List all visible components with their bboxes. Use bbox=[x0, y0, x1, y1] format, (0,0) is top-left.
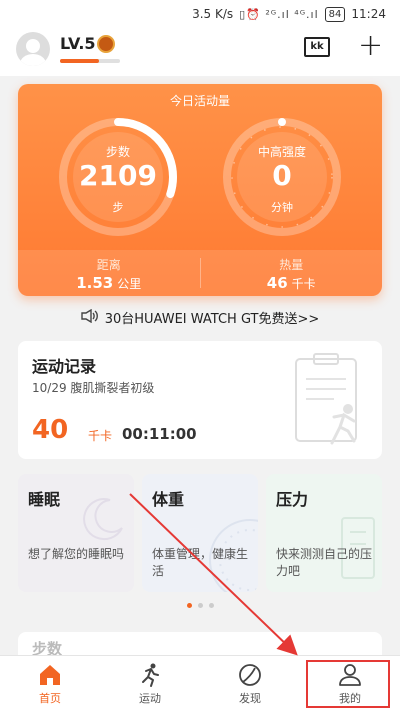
status-icons: ▯⏰ ²ᴳ.ıl ⁴ᴳ.ıl bbox=[239, 7, 319, 21]
tab-discover[interactable]: 发现 bbox=[200, 656, 300, 710]
record-title: 运动记录 bbox=[32, 357, 97, 376]
steps-unit: 步 bbox=[112, 201, 124, 214]
battery-icon: 84 bbox=[324, 6, 346, 22]
tile-weight-desc: 体重管理，健康生活 bbox=[152, 547, 249, 578]
calories-value: 46 bbox=[266, 274, 288, 292]
record-subtitle: 10/29 腹肌撕裂者初级 bbox=[32, 381, 155, 395]
avatar[interactable] bbox=[16, 32, 50, 66]
level-label[interactable]: LV.5 bbox=[60, 34, 96, 53]
promo-text: 30台HUAWEI WATCH GT免费送>> bbox=[104, 312, 320, 327]
tile-sleep[interactable]: 睡眠 想了解您的睡眠吗 bbox=[18, 474, 134, 592]
record-calories-unit: 千卡 bbox=[88, 429, 113, 443]
pager-dot-3[interactable] bbox=[208, 603, 214, 608]
steps-ring[interactable]: 步数 2109 步 bbox=[56, 115, 180, 239]
distance-value: 1.53 bbox=[76, 274, 114, 292]
clock: 11:24 bbox=[351, 7, 386, 21]
tile-stress[interactable]: 压力 快来测测自己的压力吧 bbox=[266, 474, 382, 592]
exercise-record-card[interactable]: 运动记录 10/29 腹肌撕裂者初级 40 千卡 00:11:00 bbox=[18, 341, 382, 459]
home-icon bbox=[40, 665, 60, 685]
header: LV.5 kk + bbox=[0, 28, 400, 76]
calories-unit: 千卡 bbox=[291, 277, 316, 291]
tile-stress-title: 压力 bbox=[276, 490, 309, 509]
kk-ticket-icon[interactable]: kk bbox=[304, 37, 330, 57]
tile-stress-desc: 快来测测自己的压力吧 bbox=[276, 547, 373, 578]
steps-label: 步数 bbox=[105, 145, 130, 159]
pager-dot-1[interactable] bbox=[186, 603, 192, 608]
level-progress-bar bbox=[60, 59, 120, 63]
distance-stat[interactable]: 距离 1.53 公里 bbox=[18, 250, 200, 296]
tab-exercise[interactable]: 运动 bbox=[100, 656, 200, 710]
tile-sleep-desc: 想了解您的睡眠吗 bbox=[28, 547, 125, 561]
tab-exercise-label: 运动 bbox=[139, 692, 161, 705]
next-card-peek[interactable]: 步数 bbox=[18, 632, 382, 658]
annotation-highlight-box bbox=[306, 660, 390, 708]
intensity-ring[interactable]: 中高强度 0 分钟 bbox=[220, 115, 344, 239]
calories-label: 热量 bbox=[279, 258, 304, 272]
tile-weight[interactable]: 体重 体重管理，健康生活 bbox=[142, 474, 258, 592]
intensity-unit: 分钟 bbox=[271, 201, 293, 214]
status-bar: 3.5 K/s ▯⏰ ²ᴳ.ıl ⁴ᴳ.ıl 84 11:24 bbox=[0, 0, 400, 28]
distance-label: 距离 bbox=[96, 258, 121, 272]
record-calories-value: 40 bbox=[32, 415, 69, 445]
calories-stat[interactable]: 热量 46 千卡 bbox=[201, 250, 383, 296]
card-title: 今日活动量 bbox=[169, 94, 230, 108]
distance-unit: 公里 bbox=[117, 277, 142, 291]
medal-icon bbox=[97, 35, 115, 53]
today-activity-card[interactable]: 今日活动量 步数 2109 步 中高强度 0 分钟 距离 1.53 公里 热量 4… bbox=[18, 84, 382, 296]
tab-discover-label: 发现 bbox=[239, 692, 261, 705]
level-progress-fill bbox=[60, 59, 99, 63]
pager-dots bbox=[0, 603, 400, 608]
promo-banner[interactable]: 30台HUAWEI WATCH GT免费送>> bbox=[0, 308, 400, 327]
intensity-label: 中高强度 bbox=[257, 145, 306, 159]
add-button[interactable]: + bbox=[358, 30, 383, 62]
tile-sleep-title: 睡眠 bbox=[28, 490, 61, 509]
intensity-value: 0 bbox=[272, 159, 292, 192]
pager-dot-2[interactable] bbox=[197, 603, 203, 608]
record-duration: 00:11:00 bbox=[122, 425, 197, 443]
running-icon bbox=[142, 663, 159, 687]
tab-home-label: 首页 bbox=[39, 692, 61, 705]
tile-weight-title: 体重 bbox=[152, 490, 185, 509]
card-stats-row: 距离 1.53 公里 热量 46 千卡 bbox=[18, 250, 382, 296]
clipboard-runner-icon bbox=[295, 353, 357, 445]
speaker-icon bbox=[81, 308, 99, 327]
tab-home[interactable]: 首页 bbox=[0, 656, 100, 710]
network-speed: 3.5 K/s bbox=[192, 7, 234, 21]
discover-icon bbox=[239, 664, 261, 686]
steps-value: 2109 bbox=[79, 159, 157, 192]
